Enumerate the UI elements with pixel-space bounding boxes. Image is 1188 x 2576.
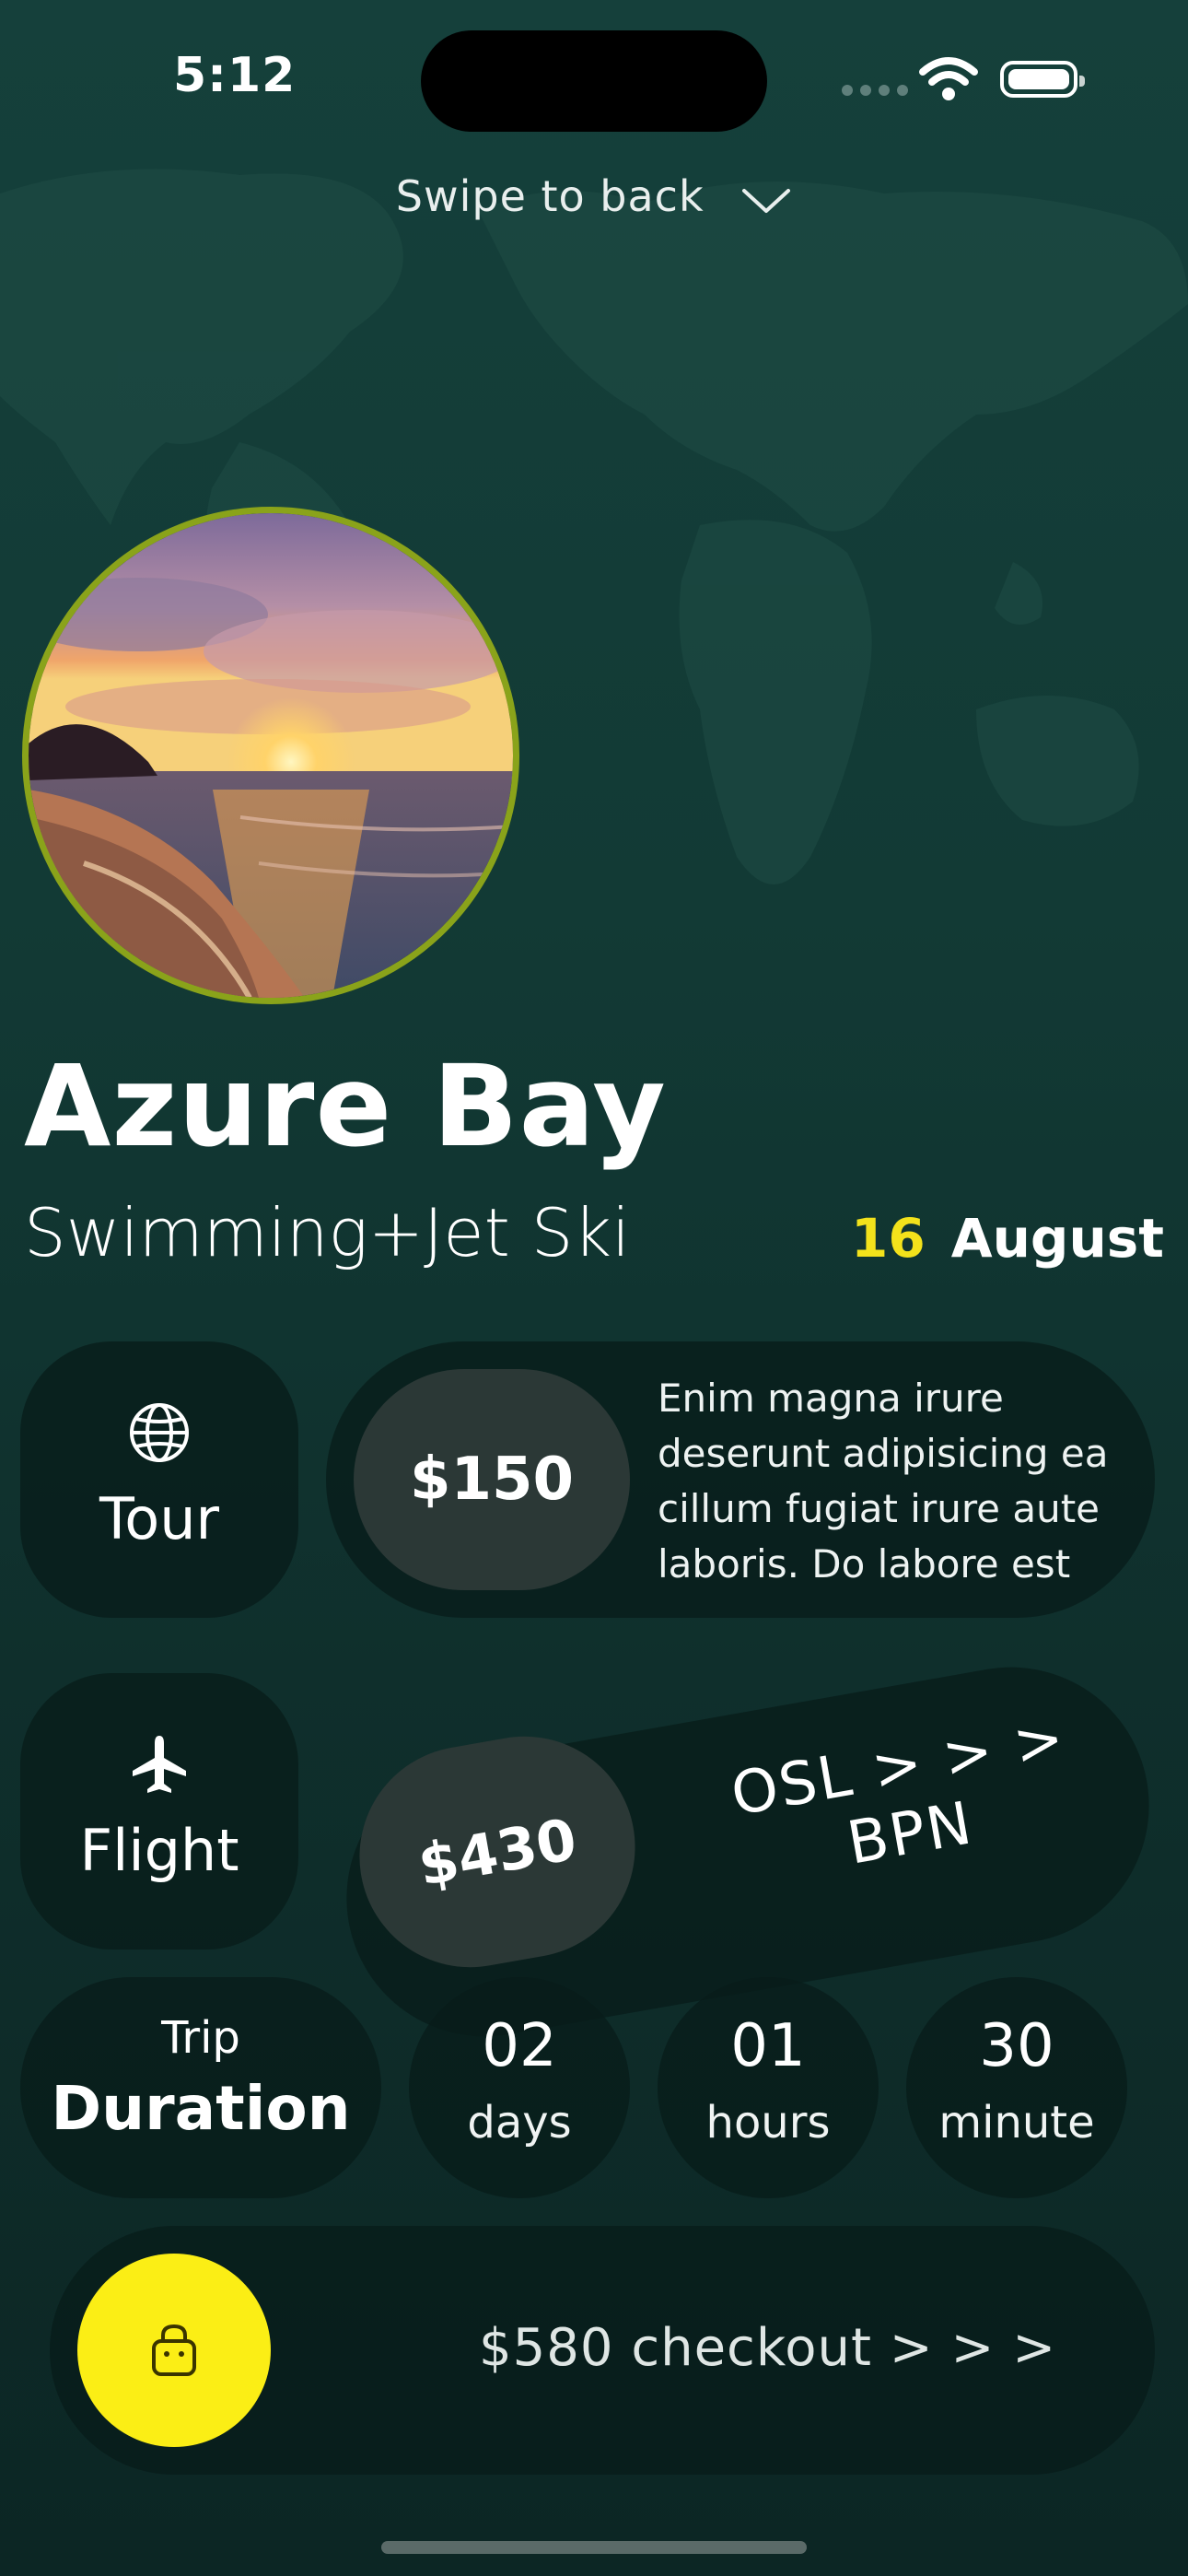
flight-button[interactable] xyxy=(20,1673,298,1950)
destination-title: Azure Bay xyxy=(24,1041,667,1172)
duration-minutes-unit: minute xyxy=(938,2097,1095,2149)
duration-days-value: 02 xyxy=(482,2012,557,2080)
date-month: August xyxy=(950,1207,1164,1270)
swipe-to-back-label: Swipe to back xyxy=(395,171,705,221)
swipe-to-back[interactable]: Swipe to back xyxy=(0,171,1188,221)
dynamic-island xyxy=(421,30,767,132)
date-day: 16 xyxy=(851,1207,926,1270)
wifi-icon xyxy=(919,57,978,100)
flight-label: Flight xyxy=(79,1817,239,1884)
chevron-down-icon xyxy=(742,188,791,213)
battery-icon xyxy=(1000,61,1085,98)
tour-button[interactable] xyxy=(20,1341,298,1618)
home-indicator xyxy=(381,2541,807,2554)
checkout-handle-button[interactable] xyxy=(77,2254,271,2447)
globe-icon xyxy=(130,1403,189,1462)
trip-duration-label: Duration xyxy=(51,2073,351,2144)
duration-days-unit: days xyxy=(467,2097,572,2149)
destination-activity: Swimming+Jet Ski xyxy=(24,1194,631,1271)
duration-minutes-circle xyxy=(906,1977,1127,2198)
tour-price: $150 xyxy=(354,1369,630,1590)
duration-hours-unit: hours xyxy=(705,2097,831,2149)
trip-duration-label-small: Trip xyxy=(161,2012,240,2064)
status-time: 5:12 xyxy=(173,48,297,103)
checkout-label: $580 checkout > > > xyxy=(479,2318,1057,2378)
duration-hours-circle xyxy=(658,1977,879,2198)
tour-description: Enim magna irure deserunt adipisicing ea… xyxy=(658,1376,1109,1587)
trip-date: 16 August xyxy=(851,1207,1164,1270)
shopping-bag-icon xyxy=(152,2324,196,2376)
tour-label: Tour xyxy=(99,1485,220,1552)
duration-hours-value: 01 xyxy=(730,2012,806,2080)
duration-days-circle xyxy=(409,1977,630,2198)
duration-minutes-value: 30 xyxy=(979,2012,1054,2080)
destination-photo xyxy=(22,507,519,1004)
plane-icon xyxy=(133,1736,186,1793)
cellular-signal-icon xyxy=(842,85,908,96)
